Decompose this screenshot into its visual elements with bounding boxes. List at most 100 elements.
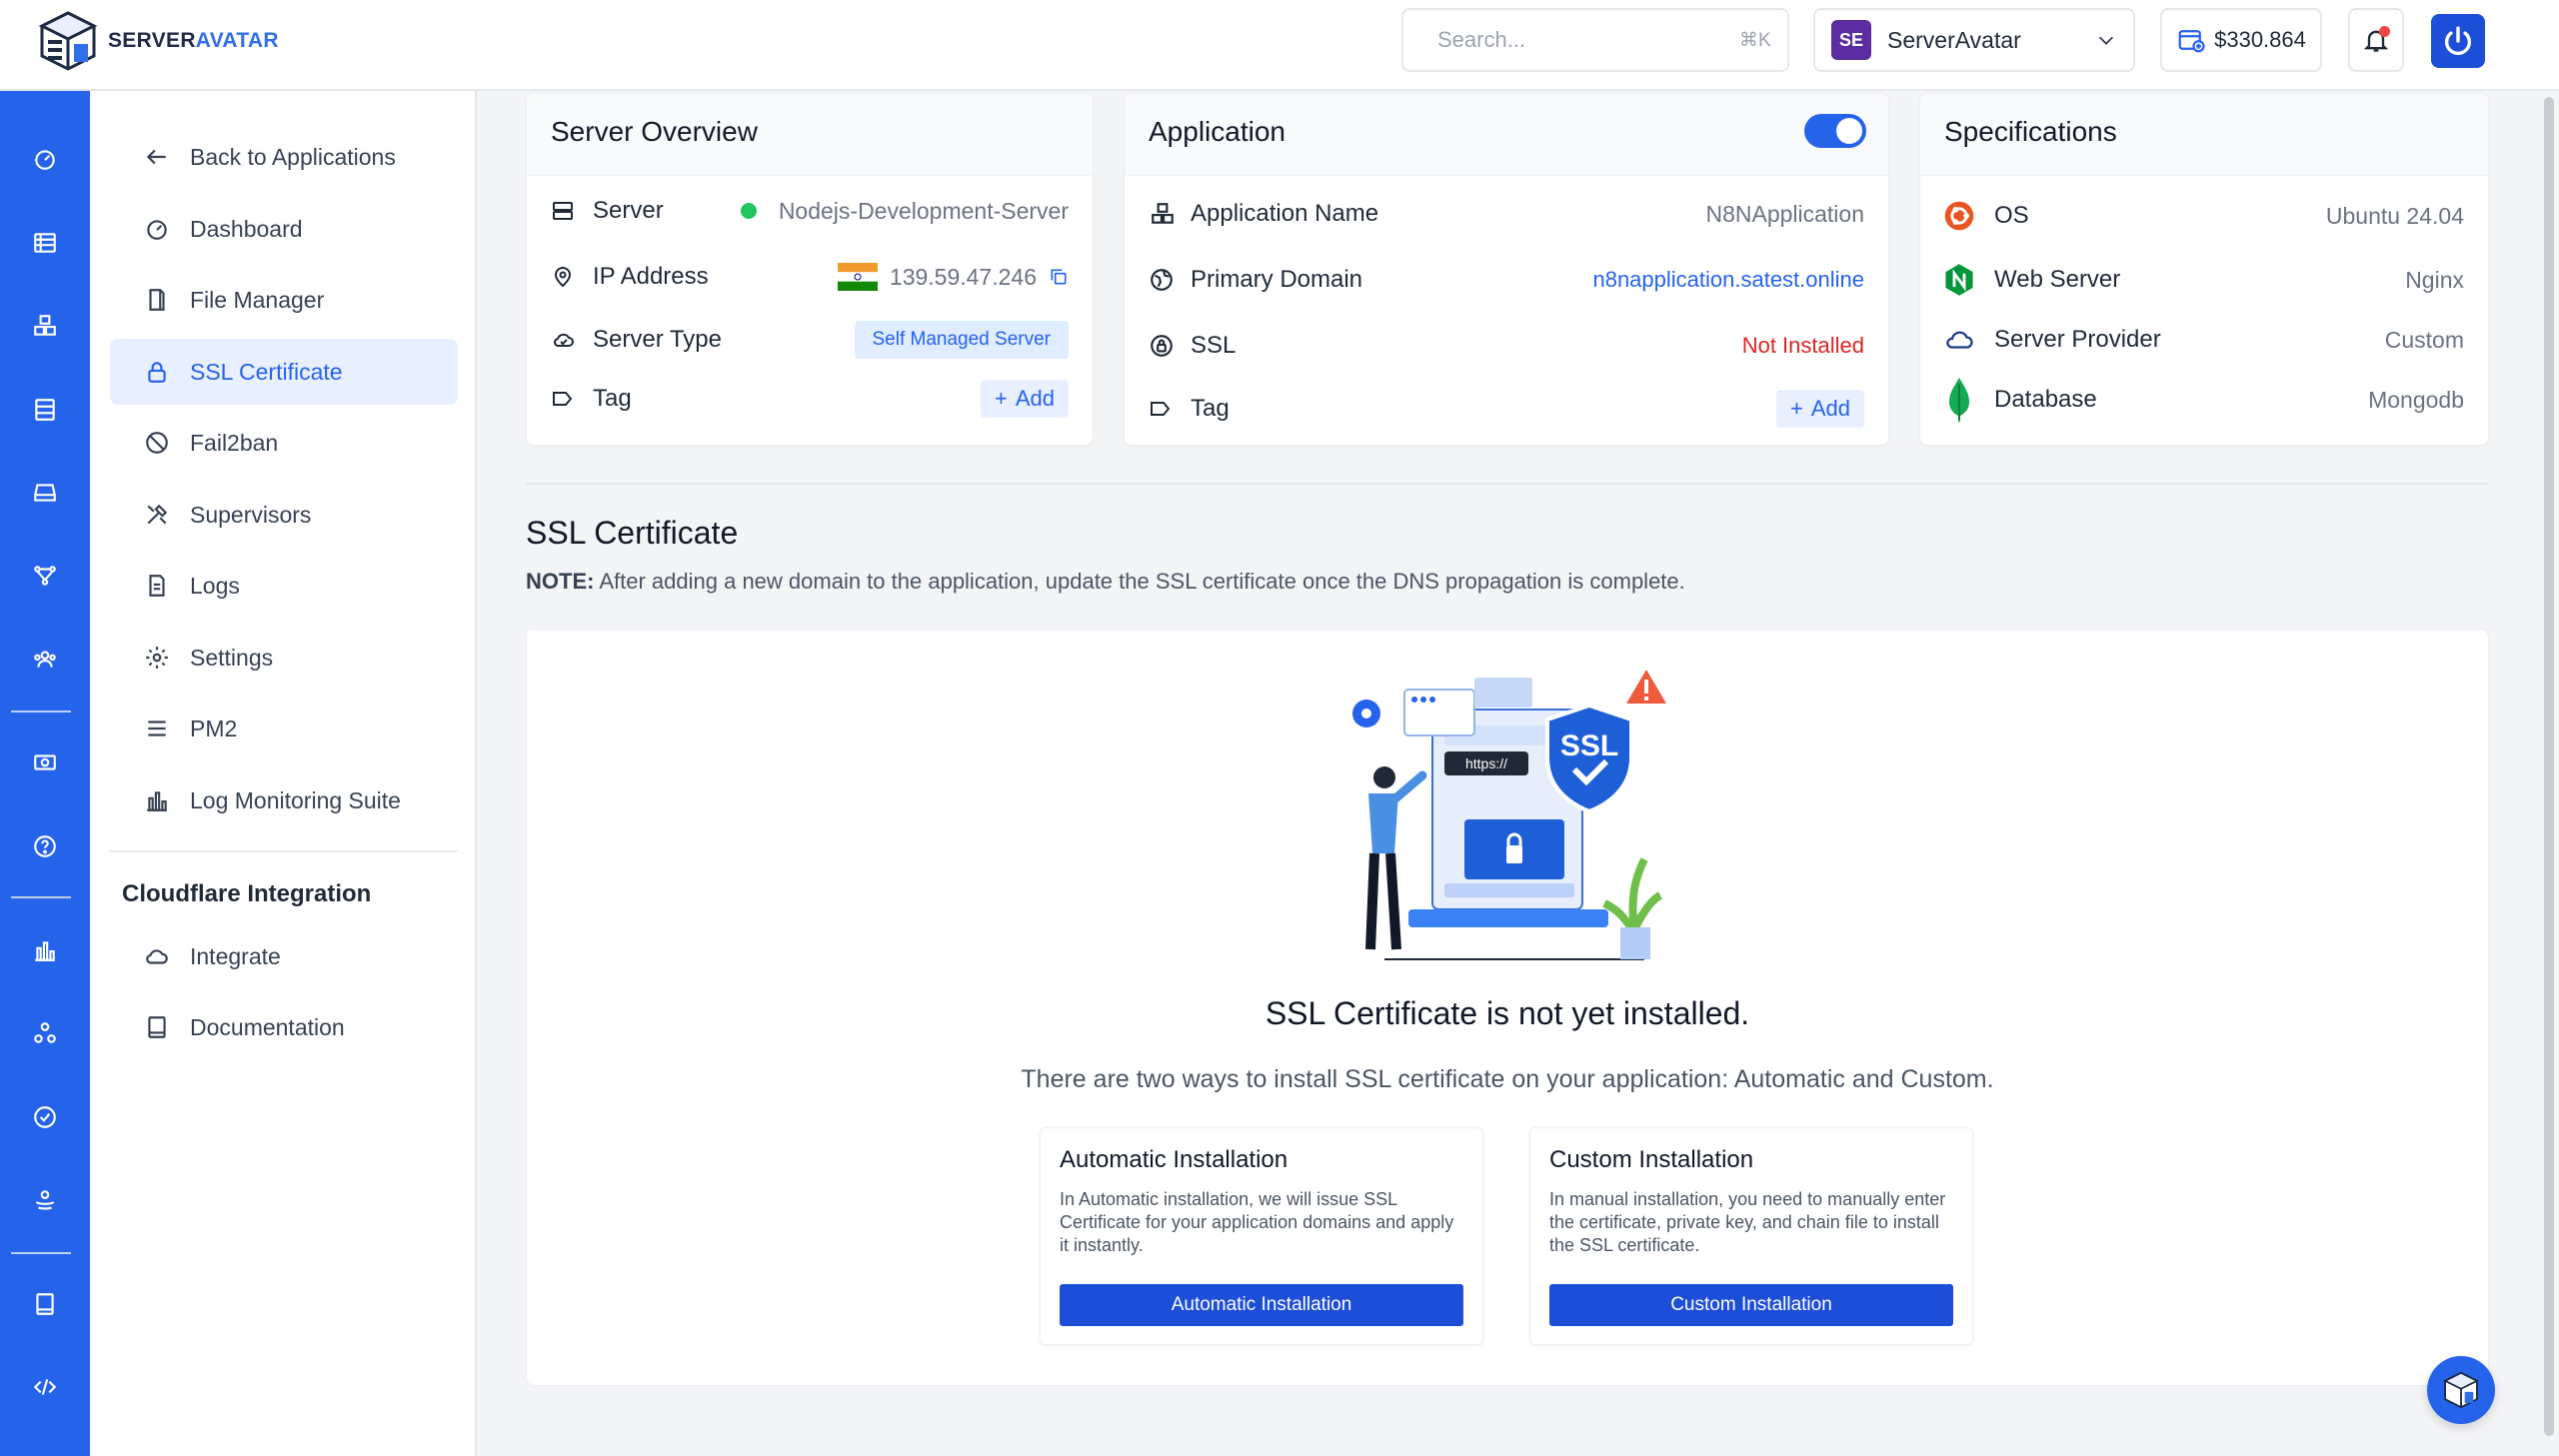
sidebar-item-file-manager[interactable]: File Manager	[110, 267, 458, 333]
rail-reports[interactable]	[25, 930, 65, 970]
rail-api[interactable]	[25, 1367, 65, 1407]
not-installed-heading: SSL Certificate is not yet installed.	[1265, 995, 1750, 1031]
tag-icon	[1151, 402, 1171, 416]
bar-chart-icon	[147, 791, 167, 811]
sidebar-item-log-monitoring-suite[interactable]: Log Monitoring Suite	[110, 767, 458, 833]
card-title: Application	[1149, 116, 1285, 147]
sidebar-item-logs[interactable]: Logs	[110, 553, 458, 619]
cubes-icon	[1152, 203, 1174, 224]
gauge-icon	[35, 150, 55, 170]
server-icon	[553, 202, 573, 220]
mongodb-leaf-icon	[1949, 378, 1969, 422]
rail-support[interactable]	[25, 1180, 65, 1220]
add-tag-button[interactable]: + Add	[1775, 390, 1864, 428]
rail-help[interactable]	[25, 826, 65, 866]
notification-dot	[2379, 26, 2390, 37]
notifications-button[interactable]	[2348, 8, 2404, 72]
document-icon	[149, 575, 165, 597]
nav-label: Documentation	[190, 1013, 345, 1040]
rail-tasks[interactable]	[25, 1097, 65, 1137]
custom-installation-card: Custom Installation In manual installati…	[1529, 1127, 1973, 1345]
database-row: Database Mongodb	[1944, 378, 2464, 422]
brand-logo[interactable]: SERVERAVATAR	[38, 10, 279, 72]
provider-label: Server Provider	[1994, 326, 2161, 353]
https-text: https://	[1465, 755, 1507, 771]
card-title: Server Overview	[551, 116, 758, 147]
top-bar: SERVERAVATAR ⌘K SE ServerAvatar $330.864	[0, 0, 2559, 91]
nav-label: Fail2ban	[190, 429, 279, 456]
rail-applications[interactable]	[25, 306, 65, 346]
rail-docs[interactable]	[25, 1284, 65, 1324]
sidebar-item-fail2ban[interactable]: Fail2ban	[110, 410, 458, 476]
search-box[interactable]: ⌘K	[1401, 8, 1789, 72]
ssl-illustration: https:// SSL	[1352, 670, 1666, 960]
status-dot	[740, 203, 757, 219]
webserver-label: Web Server	[1994, 266, 2121, 293]
os-label: OS	[1994, 202, 2029, 229]
primary-domain-link[interactable]: n8napplication.satest.online	[1592, 267, 1864, 293]
ssl-lock-icon	[1151, 335, 1173, 357]
sidebar-item-supervisors[interactable]: Supervisors	[110, 482, 458, 548]
rail-team[interactable]	[25, 640, 65, 680]
wallet-balance[interactable]: $330.864	[2160, 8, 2322, 72]
sidebar-item-dashboard[interactable]: Dashboard	[110, 196, 458, 262]
add-label: Add	[1810, 396, 1850, 421]
nginx-icon	[1945, 264, 1973, 296]
add-tag-button[interactable]: + Add	[980, 380, 1069, 418]
ssl-label: SSL	[1191, 332, 1237, 359]
ssl-section-title: SSL Certificate	[526, 515, 739, 551]
help-chat-button[interactable]	[2427, 1356, 2495, 1424]
automatic-installation-card: Automatic Installation In Automatic inst…	[1040, 1127, 1483, 1345]
automatic-installation-button[interactable]: Automatic Installation	[1060, 1284, 1463, 1326]
organization-switcher[interactable]: SE ServerAvatar	[1813, 8, 2135, 72]
rail-storage[interactable]	[25, 473, 65, 513]
sidebar-item-ssl-certificate[interactable]: SSL Certificate	[110, 339, 458, 405]
sidebar-item-pm2[interactable]: PM2	[110, 696, 458, 761]
application-enabled-toggle[interactable]	[1804, 114, 1866, 148]
main-content: Server Overview Server Nodejs-Developmen…	[477, 91, 2539, 1456]
option-description: In Automatic installation, we will issue…	[1060, 1189, 1454, 1255]
rail-workflows[interactable]	[25, 556, 65, 596]
rail-divider	[11, 896, 71, 898]
power-button[interactable]	[2431, 14, 2485, 68]
plus-icon: +	[1789, 396, 1803, 421]
database-label: Database	[1994, 386, 2097, 413]
balance-amount: $330.864	[2214, 27, 2306, 52]
database-value: Mongodb	[2368, 386, 2464, 413]
rail-divider	[11, 1252, 71, 1254]
primary-domain-row: Primary Domain n8napplication.satest.onl…	[1149, 260, 1864, 300]
card-title: Specifications	[1944, 116, 2117, 147]
sidebar-item-settings[interactable]: Settings	[110, 625, 458, 691]
custom-installation-button[interactable]: Custom Installation	[1549, 1284, 1953, 1326]
server-type-row: Server Type Self Managed Server	[551, 320, 1069, 360]
rail-servers[interactable]	[25, 223, 65, 263]
specifications-card: Specifications OS Ubuntu 24.04 Web Serve…	[1919, 93, 2489, 446]
app-name-value: N8NApplication	[1705, 200, 1864, 227]
ip-label: IP Address	[593, 263, 709, 290]
sidebar-item-documentation[interactable]: Documentation	[110, 994, 458, 1060]
rail-billing[interactable]	[25, 742, 65, 782]
check-circle-icon	[34, 1106, 56, 1128]
server-name-link[interactable]: Nodejs-Development-Server	[779, 198, 1069, 225]
rail-integrations[interactable]	[25, 1013, 65, 1053]
server-type-badge: Self Managed Server	[854, 321, 1069, 359]
application-card: Application Application Name N8NApplicat…	[1124, 93, 1889, 446]
brand-name: SERVERAVATAR	[108, 29, 279, 52]
copy-icon[interactable]	[1049, 267, 1069, 287]
note-prefix: NOTE:	[526, 569, 595, 594]
menu-icon	[148, 721, 166, 736]
server-type-label: Server Type	[593, 326, 722, 353]
tag-icon	[553, 392, 573, 406]
sidebar-item-integrate[interactable]: Integrate	[110, 923, 458, 989]
wallet-icon	[2178, 30, 2205, 53]
toggle-knob	[1836, 118, 1862, 144]
back-to-applications-link[interactable]: Back to Applications	[110, 124, 458, 190]
rail-dashboard[interactable]	[25, 139, 65, 179]
provider-row: Server Provider Custom	[1944, 320, 2464, 360]
search-input[interactable]	[1437, 27, 1725, 53]
nav-label: File Manager	[190, 286, 325, 313]
server-overview-card: Server Overview Server Nodejs-Developmen…	[526, 93, 1094, 446]
scrollbar[interactable]	[2539, 91, 2559, 1456]
rail-databases[interactable]	[25, 390, 65, 430]
scrollbar-thumb[interactable]	[2544, 97, 2554, 1436]
